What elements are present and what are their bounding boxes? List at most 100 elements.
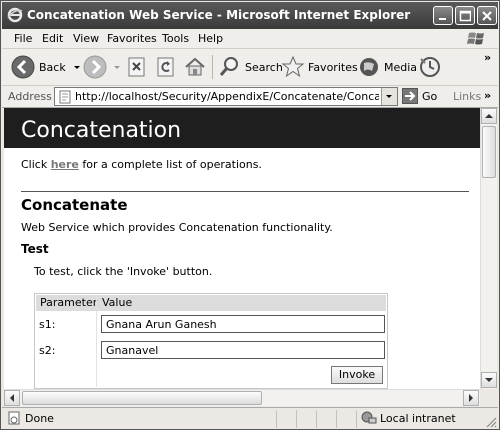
- window-title: Concatenation Web Service - Microsoft In…: [27, 8, 411, 22]
- intro-before: Click: [21, 158, 51, 171]
- forward-button[interactable]: [82, 53, 122, 81]
- search-label: Search: [245, 60, 283, 74]
- column-header-parameter: Parameter: [40, 296, 98, 309]
- column-divider: [96, 295, 97, 387]
- chevron-up-icon: [485, 114, 493, 118]
- chevron-right-icon: [469, 394, 473, 402]
- horizontal-scrollbar[interactable]: [4, 389, 480, 406]
- test-heading: Test: [21, 242, 49, 256]
- address-input[interactable]: http://localhost/Security/AppendixE/Conc…: [54, 87, 398, 106]
- favorites-label: Favorites: [308, 60, 358, 74]
- scroll-up-button[interactable]: [481, 108, 497, 124]
- operations-list-link[interactable]: here: [51, 158, 79, 171]
- stop-button[interactable]: [126, 53, 148, 81]
- back-dropdown-icon[interactable]: [72, 62, 82, 72]
- go-button[interactable]: Go: [402, 88, 437, 104]
- invoke-button[interactable]: Invoke: [331, 366, 383, 384]
- refresh-icon: [157, 57, 174, 77]
- back-button[interactable]: Back: [10, 53, 82, 81]
- close-icon: [482, 11, 492, 21]
- intro-text: Click here for a complete list of operat…: [21, 158, 262, 171]
- status-divider: [356, 410, 357, 428]
- scroll-right-button[interactable]: [463, 390, 479, 406]
- resize-grip-icon[interactable]: [485, 416, 497, 428]
- local-intranet-icon: [361, 411, 377, 424]
- history-icon: [420, 57, 440, 77]
- page-icon: [59, 90, 71, 104]
- windows-logo-icon: [467, 32, 484, 45]
- status-text: Done: [25, 412, 54, 425]
- chevron-down-icon: [485, 378, 493, 382]
- go-label: Go: [422, 89, 438, 103]
- menu-bar: File Edit View Favorites Tools Help: [2, 29, 498, 49]
- menu-edit[interactable]: Edit: [42, 32, 63, 45]
- media-label: Media: [384, 60, 418, 74]
- test-instructions: To test, click the 'Invoke' button.: [34, 265, 213, 278]
- maximize-button[interactable]: [455, 6, 475, 25]
- stop-icon: [128, 57, 145, 77]
- back-label: Back: [39, 60, 66, 74]
- status-divider: [316, 410, 317, 428]
- menu-file[interactable]: File: [14, 32, 32, 45]
- minimize-icon: [439, 18, 446, 20]
- toolbar-overflow-chevron-icon[interactable]: »: [484, 51, 491, 64]
- param-s1-label: s1:: [39, 318, 56, 331]
- menu-tools[interactable]: Tools: [162, 32, 189, 45]
- home-icon: [185, 57, 205, 76]
- table-header-row: Parameter Value: [36, 295, 386, 311]
- menu-view[interactable]: View: [73, 32, 99, 45]
- column-header-value: Value: [102, 296, 133, 309]
- param-s2-input[interactable]: Gnanavel: [101, 341, 385, 359]
- address-url: http://localhost/Security/AppendixE/Conc…: [75, 90, 379, 103]
- status-bar: Done Local intranet: [2, 407, 498, 429]
- address-label: Address: [8, 90, 52, 103]
- history-button[interactable]: [418, 53, 442, 81]
- favorites-button[interactable]: Favorites: [281, 53, 358, 81]
- title-bar[interactable]: Concatenation Web Service - Microsoft In…: [2, 2, 498, 29]
- media-icon: [360, 58, 378, 76]
- scrollbar-corner: [480, 389, 497, 406]
- page-done-icon: [8, 411, 20, 425]
- links-overflow-chevron-icon[interactable]: »: [484, 89, 491, 102]
- home-button[interactable]: [183, 53, 207, 81]
- param-s1-input[interactable]: Gnana Arun Ganesh: [101, 315, 385, 333]
- go-arrow-icon: [402, 88, 418, 104]
- scroll-left-button[interactable]: [4, 390, 20, 406]
- menu-favorites[interactable]: Favorites: [107, 32, 157, 45]
- status-divider: [336, 410, 337, 428]
- maximize-icon: [459, 10, 471, 22]
- search-icon: [219, 57, 238, 76]
- operation-description: Web Service which provides Concatenation…: [21, 221, 333, 234]
- page-header: Concatenation: [4, 108, 480, 148]
- parameter-table: Parameter Value s1: Gnana Arun Ganesh s2…: [34, 293, 388, 389]
- section-divider: [21, 191, 469, 192]
- media-button[interactable]: Media: [357, 53, 417, 81]
- page-title: Concatenation: [21, 118, 182, 143]
- standard-toolbar: Back Search Favorites Media »: [2, 49, 498, 86]
- scroll-down-button[interactable]: [481, 372, 497, 388]
- browser-window: Concatenation Web Service - Microsoft In…: [0, 0, 500, 430]
- operation-title: Concatenate: [21, 196, 128, 214]
- intro-after: for a complete list of operations.: [78, 158, 262, 171]
- menu-help[interactable]: Help: [198, 32, 223, 45]
- internet-explorer-icon: [7, 7, 23, 23]
- forward-arrow-icon: [83, 55, 107, 79]
- vertical-scroll-thumb[interactable]: [482, 126, 496, 178]
- close-button[interactable]: [477, 6, 497, 25]
- chevron-left-icon: [10, 394, 14, 402]
- links-label[interactable]: Links: [453, 90, 481, 103]
- param-s2-label: s2:: [39, 344, 56, 357]
- favorites-star-icon: [281, 55, 305, 78]
- status-divider: [296, 410, 297, 428]
- address-bar: Address http://localhost/Security/Append…: [2, 86, 498, 108]
- vertical-scrollbar[interactable]: [480, 108, 497, 389]
- address-dropdown-button[interactable]: [381, 88, 397, 105]
- status-divider: [276, 410, 277, 428]
- chevron-down-icon: [386, 95, 392, 98]
- back-arrow-icon: [11, 55, 35, 79]
- horizontal-scroll-thumb[interactable]: [22, 391, 262, 405]
- forward-dropdown-icon[interactable]: [112, 62, 122, 72]
- search-button[interactable]: Search: [218, 53, 283, 81]
- refresh-button[interactable]: [155, 53, 177, 81]
- minimize-button[interactable]: [433, 6, 453, 25]
